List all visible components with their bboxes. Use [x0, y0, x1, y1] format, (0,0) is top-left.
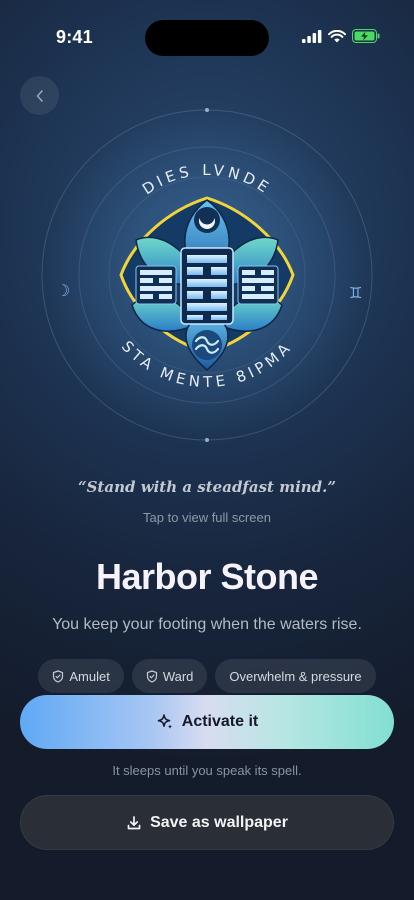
tap-hint[interactable]: Tap to view full screen: [0, 510, 414, 525]
download-icon: [127, 815, 141, 829]
battery-charging-icon: [352, 29, 380, 43]
left-rune-panel: [135, 265, 177, 305]
moon-glyph: ☽: [56, 281, 70, 300]
wave-icon: [192, 330, 222, 360]
hexagram-tablet: [180, 247, 234, 325]
status-icons: [302, 29, 380, 43]
activate-button[interactable]: Activate it: [20, 695, 394, 749]
page-title: Harbor Stone: [95, 556, 319, 597]
shield-icon: [53, 669, 64, 683]
shield-icon: [146, 669, 157, 683]
page-subtitle: You keep your footing when the waters ri…: [52, 616, 362, 633]
tag-label: Ward: [162, 668, 194, 684]
save-wallpaper-button[interactable]: Save as wallpaper: [20, 795, 394, 850]
dynamic-island: [145, 20, 269, 56]
status-time: 9:41: [56, 27, 93, 47]
ring-dot-top: [205, 108, 209, 112]
sigil-quote: “Stand with a steadfast mind.”: [77, 478, 337, 496]
signal-icon: [302, 29, 322, 43]
sparkle-icon: [157, 714, 172, 729]
tag-list: Amulet Ward Overwhelm & pressure: [0, 659, 414, 693]
tag-overwhelm[interactable]: Overwhelm & pressure: [215, 659, 376, 693]
save-label: Save as wallpaper: [150, 813, 288, 831]
gemini-glyph: ♊: [349, 284, 362, 302]
tag-label: Overwhelm & pressure: [229, 668, 362, 684]
sleep-note: It sleeps until you speak its spell.: [112, 763, 302, 778]
tag-label: Amulet: [69, 668, 110, 684]
ring-dot-bottom: [205, 438, 209, 442]
activate-label: Activate it: [181, 713, 259, 730]
tag-ward[interactable]: Ward: [131, 659, 208, 693]
tag-amulet[interactable]: Amulet: [38, 659, 124, 693]
sigil-artwork[interactable]: DIES LVNDE STA MENTE 8IPMA ☽ ♊: [40, 90, 374, 460]
right-rune-panel: [237, 265, 279, 305]
status-bar: 9:41: [0, 0, 414, 60]
wifi-icon: [328, 29, 346, 42]
